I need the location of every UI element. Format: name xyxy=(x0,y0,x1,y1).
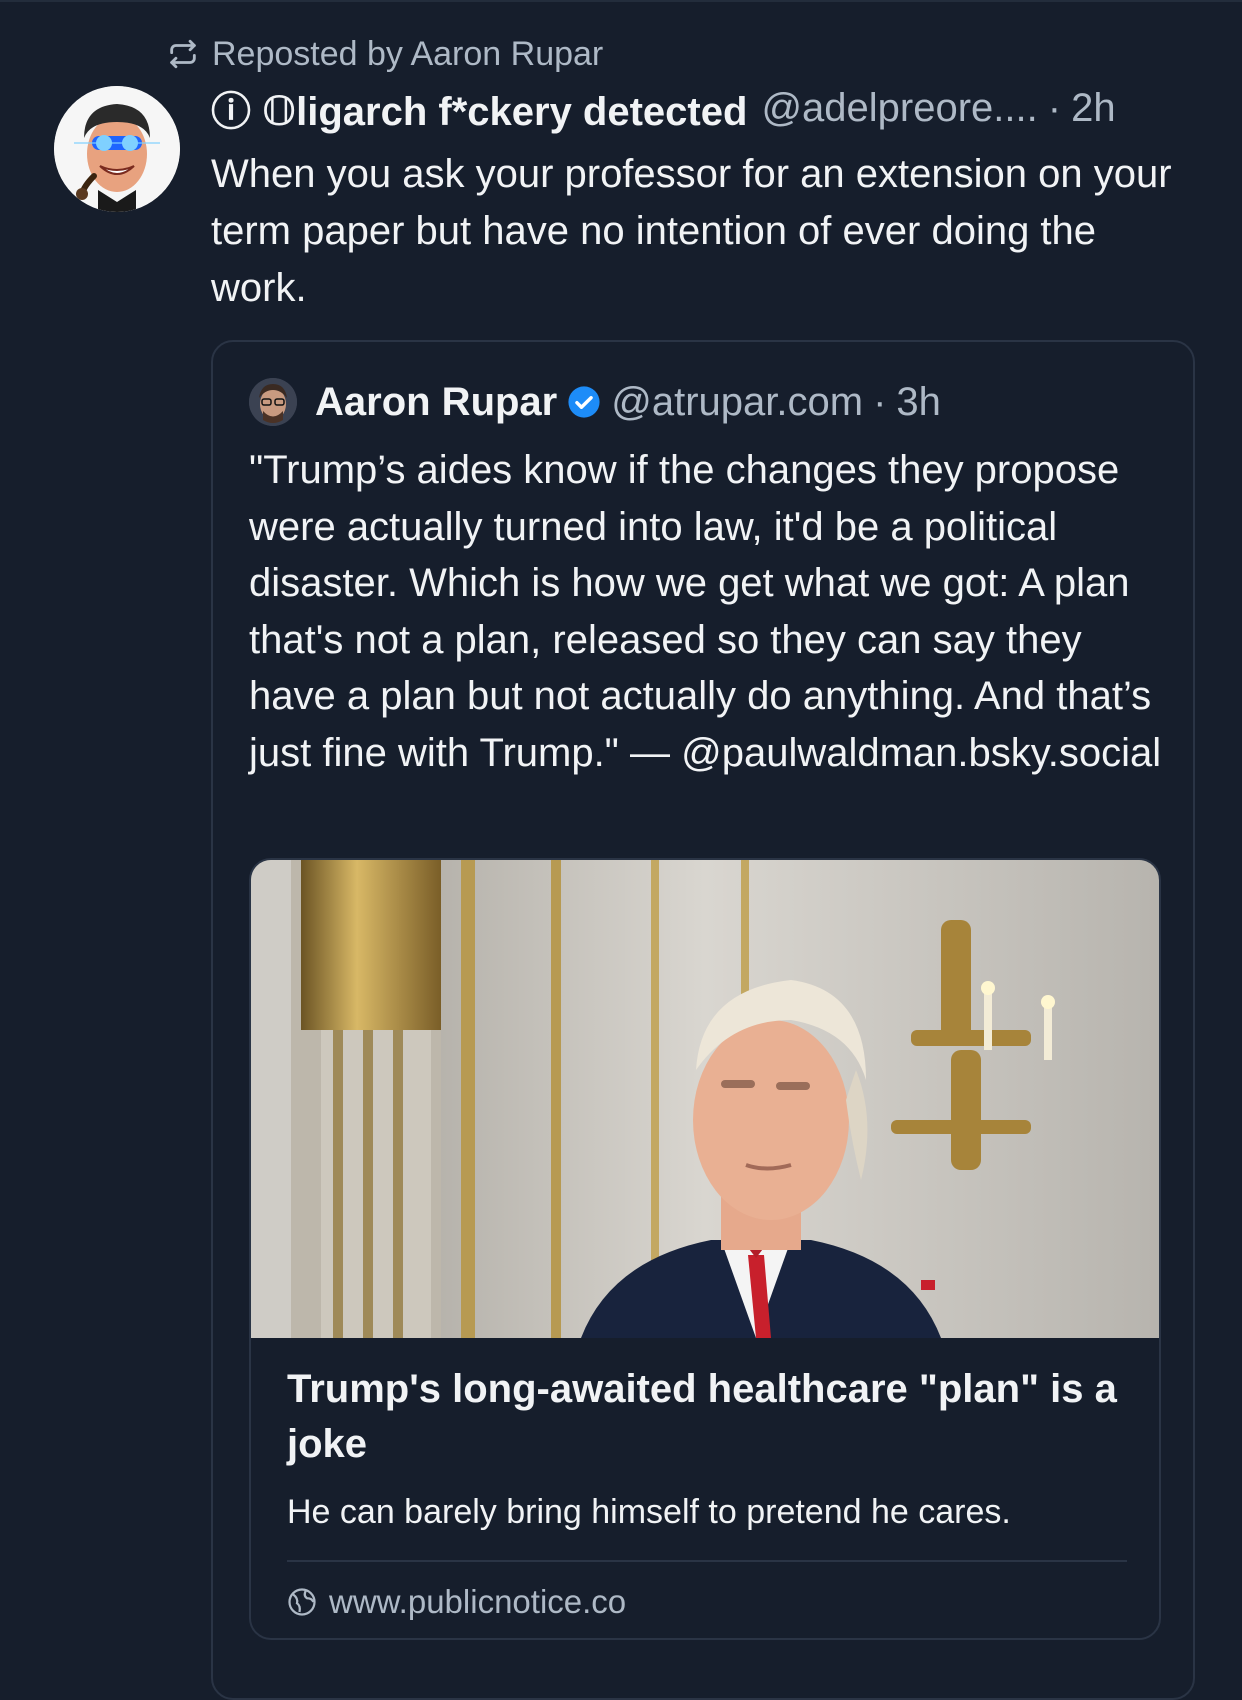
link-preview-title[interactable]: Trump's long-awaited healthcare "plan" i… xyxy=(287,1362,1127,1472)
quoted-post-card[interactable]: Aaron Rupar @atrupar.com · 3h "Trump’s a… xyxy=(211,340,1195,1700)
quoted-author-avatar[interactable] xyxy=(249,378,297,426)
quoted-post-text: "Trump’s aides know if the changes they … xyxy=(249,448,1162,775)
quoted-post-timestamp[interactable]: 3h xyxy=(896,380,941,425)
link-preview-card[interactable]: Trump's long-awaited healthcare "plan" i… xyxy=(249,858,1161,1640)
link-preview-domain[interactable]: www.publicnotice.co xyxy=(287,1578,626,1626)
post-text: When you ask your professor for an exten… xyxy=(211,152,1172,310)
post-timestamp[interactable]: 2h xyxy=(1071,86,1116,131)
repost-label: Reposted by Aaron Rupar xyxy=(212,34,604,73)
quoted-author-handle[interactable]: @atrupar.com xyxy=(611,380,863,425)
verified-badge-icon xyxy=(568,386,600,418)
quoted-header-separator: · xyxy=(873,379,887,424)
link-preview-divider xyxy=(287,1560,1127,1562)
author-display-name[interactable]: ⓘ 𝕆ligarch f*ckery detected xyxy=(211,79,747,137)
header-separator: · xyxy=(1047,85,1062,130)
repost-icon xyxy=(170,39,196,69)
post-header: ⓘ 𝕆ligarch f*ckery detected @adelpreore.… xyxy=(211,80,1201,136)
quoted-author-name[interactable]: Aaron Rupar xyxy=(315,380,557,425)
link-preview-image xyxy=(251,860,1159,1338)
author-handle[interactable]: @adelpreore.... xyxy=(761,86,1037,131)
quoted-post-header: Aaron Rupar @atrupar.com · 3h xyxy=(249,372,941,432)
author-avatar[interactable] xyxy=(54,86,180,212)
repost-indicator[interactable]: Reposted by Aaron Rupar xyxy=(166,30,603,78)
top-divider xyxy=(0,0,1242,2)
globe-icon xyxy=(288,1588,316,1616)
link-domain-text: www.publicnotice.co xyxy=(329,1583,627,1620)
link-preview-description: He can barely bring himself to pretend h… xyxy=(287,1493,1011,1531)
